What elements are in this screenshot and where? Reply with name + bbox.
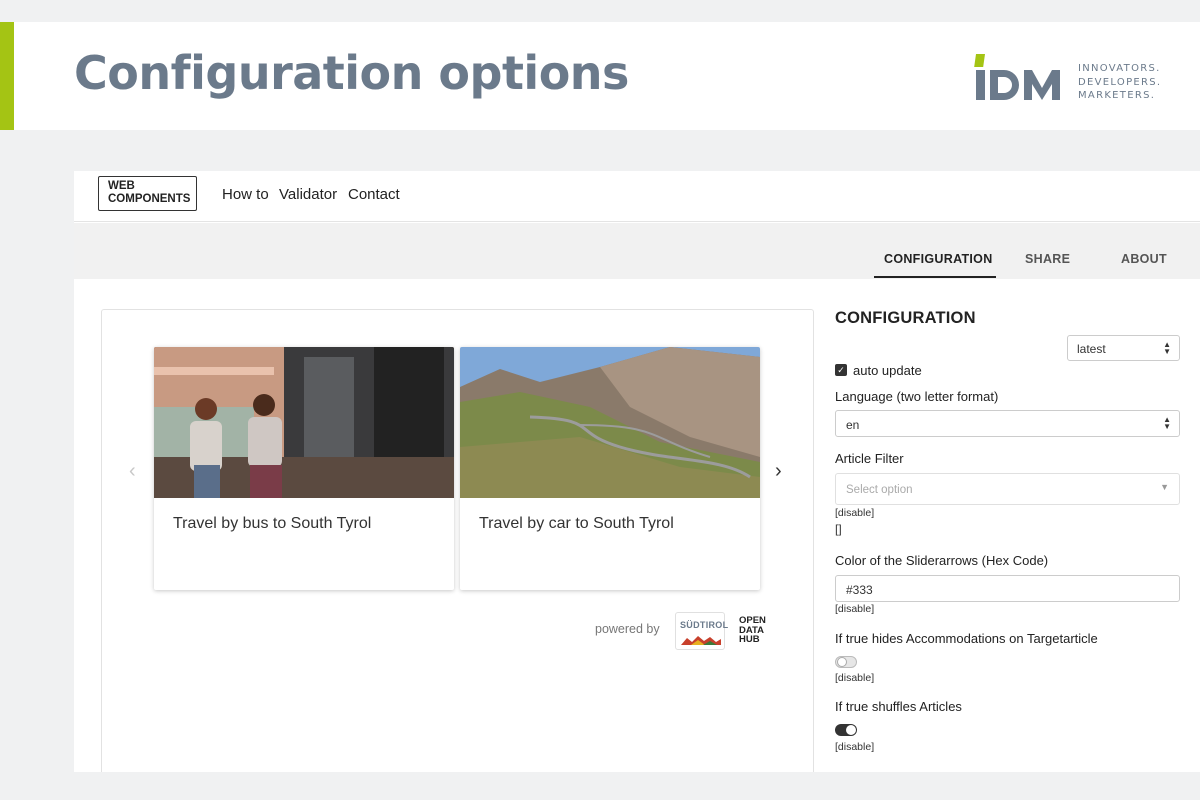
shuffle-toggle[interactable] [835,724,857,736]
open-data-hub-logo: OPEN DATA HUB [739,616,766,645]
suedtirol-logo: SÜDTIROL [675,612,729,650]
chevron-down-icon: ▼ [1160,482,1169,492]
shuffle-label: If true shuffles Articles [835,699,962,714]
idm-logo: INNOVATORS. DEVELOPERS. MARKETERS. [974,50,1174,106]
two-women-at-bus-station-photo [154,347,454,498]
version-select-value: latest [1077,342,1106,356]
tagline-line: MARKETERS. [1078,90,1156,101]
article-filter-select[interactable]: Select option ▼ [835,473,1180,505]
tagline-line: DEVELOPERS. [1078,76,1162,88]
slider-color-input[interactable]: #333 [835,575,1180,602]
toggle-knob [846,725,856,735]
tab-configuration[interactable]: CONFIGURATION [884,252,993,266]
tab-about[interactable]: ABOUT [1121,252,1167,266]
brand-line: COMPONENTS [108,193,191,205]
article-title: Travel by bus to South Tyrol [173,515,372,532]
language-label: Language (two letter format) [835,389,999,404]
web-components-logo[interactable]: WEB COMPONENTS [98,176,197,211]
powered-by-label: powered by [595,622,660,636]
top-nav: WEB COMPONENTS How to Validator Contact [74,171,1200,222]
slider-color-label: Color of the Sliderarrows (Hex Code) [835,553,1049,568]
article-title: Travel by car to South Tyrol [479,515,674,532]
slider-next-icon[interactable]: › [775,460,782,483]
idm-logo-mark [974,54,1060,100]
active-tab-indicator [874,276,996,278]
suedtirol-text: SÜDTIROL [680,620,729,630]
language-select[interactable]: en ▲ ▼ [835,410,1180,437]
disable-link[interactable]: [disable] [835,507,874,519]
hide-accommodations-label: If true hides Accommodations on Targetar… [835,631,1098,646]
brand-line: WEB [108,180,135,192]
article-filter-value: [] [835,522,842,536]
language-select-value: en [846,418,860,432]
toggle-knob [837,657,847,667]
disable-link[interactable]: [disable] [835,672,874,684]
tabs-bar: CONFIGURATION SHARE ABOUT [74,223,1200,279]
slider-color-value: #333 [846,583,873,597]
widget-preview: ‹ Travel by bus to South Tyrol Travel by… [101,309,814,772]
web-components-screenshot: WEB COMPONENTS How to Validator Contact … [74,171,1200,772]
article-card[interactable]: Travel by car to South Tyrol [460,347,760,590]
accent-bar [0,22,14,130]
slide-title: Configuration options [74,46,629,100]
odh-line: HUB [739,634,760,645]
configuration-panel: CONFIGURATION latest ▲ ▼ ✓ auto update La… [835,309,1200,772]
slide-header: Configuration options INNOVATORS. DEVELO… [0,22,1200,130]
suedtirol-mountain-icon [681,636,721,645]
disable-link[interactable]: [disable] [835,741,874,753]
tab-share[interactable]: SHARE [1025,252,1070,266]
nav-link-how-to[interactable]: How to [222,186,269,203]
idm-tagline: INNOVATORS. DEVELOPERS. MARKETERS. [1078,62,1161,103]
updown-icon: ▲ ▼ [1163,415,1171,431]
updown-icon: ▲ ▼ [1163,340,1171,356]
article-filter-label: Article Filter [835,451,904,466]
article-card[interactable]: Travel by bus to South Tyrol [154,347,454,590]
tagline-line: INNOVATORS. [1078,63,1161,74]
configuration-heading: CONFIGURATION [835,309,976,327]
article-filter-placeholder: Select option [846,484,913,496]
version-select[interactable]: latest ▲ ▼ [1067,335,1180,361]
slider-prev-icon[interactable]: ‹ [129,460,136,483]
hide-accommodations-toggle[interactable] [835,656,857,668]
mountain-pass-road-photo [460,347,760,498]
nav-link-validator[interactable]: Validator [279,186,337,203]
nav-link-contact[interactable]: Contact [348,186,400,203]
auto-update-checkbox[interactable]: ✓ [835,364,847,376]
auto-update-label: auto update [853,363,922,378]
disable-link[interactable]: [disable] [835,603,874,615]
